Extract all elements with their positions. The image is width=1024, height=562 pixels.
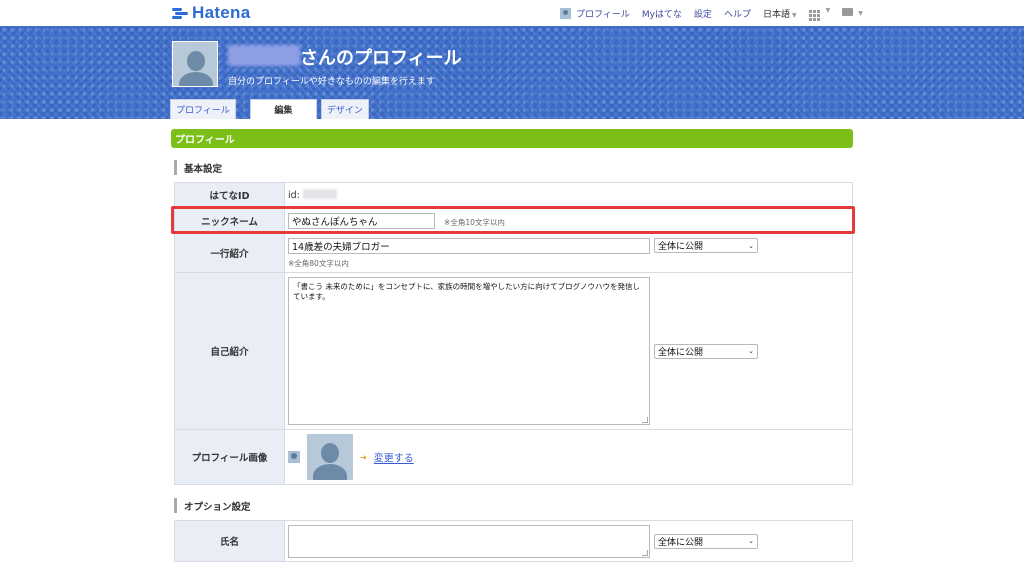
- notifications-menu[interactable]: ▼: [842, 8, 863, 18]
- chevron-down-icon: ⌄: [748, 537, 754, 545]
- profile-tabs: プロフィール 編集 デザイン: [170, 99, 369, 119]
- chevron-down-icon: ⌄: [748, 347, 754, 355]
- global-header: Hatena プロフィール Myはてな 設定 ヘルプ 日本語 ▼ ▼ ▼: [0, 0, 1024, 26]
- nav-profile-link[interactable]: プロフィール: [576, 7, 630, 20]
- row-one-line-intro: 一行紹介 全体に公開 ⌄ ※全角80文字以内: [174, 233, 853, 273]
- profile-image-large: [307, 434, 354, 480]
- blurred-id-value: [302, 189, 337, 199]
- logo-text: Hatena: [192, 3, 251, 22]
- hatena-logo-icon: [172, 7, 188, 19]
- self-intro-label: 自己紹介: [174, 272, 285, 430]
- row-hatena-id: はてなID id:: [174, 182, 853, 208]
- profile-image-cell: ➜ 変更する: [284, 429, 853, 485]
- profile-avatar: [172, 41, 218, 87]
- page-title: さんのプロフィール: [300, 48, 462, 69]
- option-settings-heading: オプション設定: [174, 498, 251, 513]
- self-intro-textarea[interactable]: 「書こう 未来のために」をコンセプトに、家族の時間を増やしたい方に向けてブログノ…: [288, 277, 650, 425]
- row-profile-image: プロフィール画像 ➜ 変更する: [174, 429, 853, 485]
- name-textarea[interactable]: [288, 524, 650, 558]
- language-label: 日本語: [762, 9, 790, 20]
- profile-banner: [0, 26, 1024, 119]
- section-title-bar: プロフィール: [171, 129, 853, 148]
- nickname-label: ニックネーム: [174, 207, 285, 234]
- nav-my-hatena-link[interactable]: Myはてな: [642, 7, 682, 20]
- one-line-intro-input[interactable]: [288, 237, 650, 254]
- language-menu[interactable]: 日本語 ▼: [763, 7, 797, 20]
- basic-settings-heading: 基本設定: [174, 160, 222, 175]
- name-cell: 全体に公開 ⌄: [284, 520, 853, 562]
- hatena-id-label: はてなID: [174, 182, 285, 208]
- tab-edit[interactable]: 編集: [249, 99, 317, 119]
- tab-design[interactable]: デザイン: [320, 99, 369, 119]
- profile-image-label: プロフィール画像: [174, 429, 285, 485]
- self-intro-cell: 「書こう 未来のために」をコンセプトに、家族の時間を増やしたい方に向けてブログノ…: [284, 272, 853, 430]
- resize-handle-icon[interactable]: [642, 417, 648, 423]
- nickname-input[interactable]: [288, 212, 435, 229]
- tab-profile[interactable]: プロフィール: [170, 99, 236, 119]
- name-visibility-value: 全体に公開: [658, 537, 704, 548]
- nav-settings-link[interactable]: 設定: [694, 7, 712, 20]
- name-label: 氏名: [174, 520, 285, 562]
- chevron-down-icon: ▼: [858, 10, 863, 17]
- global-nav: プロフィール Myはてな 設定 ヘルプ 日本語 ▼ ▼ ▼: [560, 5, 875, 21]
- name-visibility-select[interactable]: 全体に公開 ⌄: [654, 533, 758, 549]
- profile-image-small: [288, 451, 300, 463]
- hatena-logo[interactable]: Hatena: [172, 3, 251, 23]
- basic-settings-table: はてなID id: ニックネーム ※全角10文字以内 一行紹介 全体に公開 ⌄ ※…: [174, 182, 853, 485]
- notification-bubble-icon: [842, 8, 854, 16]
- row-name: 氏名 全体に公開 ⌄: [174, 520, 853, 562]
- change-image-link[interactable]: 変更する: [374, 454, 414, 465]
- one-line-visibility-value: 全体に公開: [658, 242, 704, 252]
- self-intro-text: 「書こう 未来のために」をコンセプトに、家族の時間を増やしたい方に向けてブログノ…: [293, 282, 641, 301]
- one-line-intro-label: 一行紹介: [174, 233, 285, 273]
- apps-grid-icon: [808, 10, 820, 21]
- resize-handle-icon[interactable]: [642, 549, 648, 556]
- self-intro-visibility-select[interactable]: 全体に公開 ⌄: [654, 343, 758, 359]
- chevron-down-icon: ▼: [791, 11, 797, 19]
- hatena-id-value: id:: [288, 190, 300, 201]
- row-nickname: ニックネーム ※全角10文字以内: [174, 207, 853, 234]
- self-intro-visibility-value: 全体に公開: [658, 347, 704, 358]
- blurred-user-id: [228, 45, 300, 66]
- nav-help-link[interactable]: ヘルプ: [724, 7, 751, 20]
- chevron-down-icon: ▼: [825, 7, 831, 14]
- option-settings-table: 氏名 全体に公開 ⌄: [174, 520, 853, 562]
- hatena-id-cell: id:: [284, 182, 853, 208]
- nickname-cell: ※全角10文字以内: [284, 207, 853, 234]
- arrow-right-icon: ➜: [360, 452, 367, 462]
- chevron-down-icon: ⌄: [748, 241, 754, 250]
- apps-menu[interactable]: ▼: [808, 5, 831, 21]
- nickname-note: ※全角10文字以内: [444, 217, 505, 227]
- page-subtitle: 自分のプロフィールや好きなものの編集を行えます: [228, 77, 435, 87]
- row-self-intro: 自己紹介 「書こう 未来のために」をコンセプトに、家族の時間を増やしたい方に向け…: [174, 272, 853, 430]
- one-line-intro-note: ※全角80文字以内: [288, 258, 349, 268]
- one-line-intro-cell: 全体に公開 ⌄ ※全角80文字以内: [284, 233, 853, 273]
- user-avatar-icon[interactable]: [560, 7, 571, 19]
- one-line-visibility-select[interactable]: 全体に公開 ⌄: [654, 238, 758, 253]
